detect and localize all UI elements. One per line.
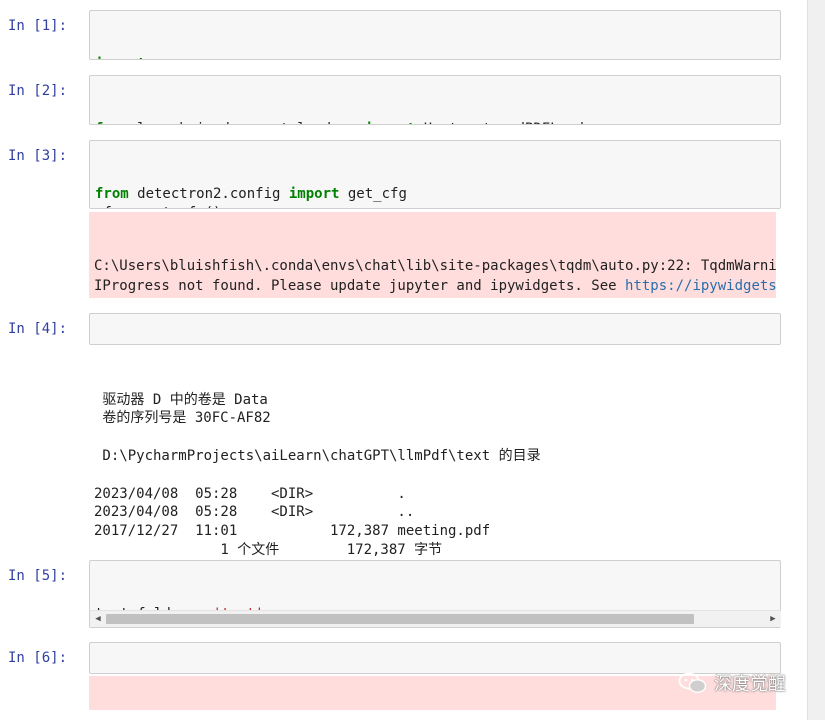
- cell-prompt: In [6]:: [8, 650, 68, 666]
- code-lines: import osos.environ['OPENAI_API_KEY'] = …: [95, 55, 775, 59]
- scroll-right-icon[interactable]: ▶: [766, 612, 780, 626]
- horizontal-scrollbar[interactable]: ◀ ▶: [90, 610, 781, 627]
- stdout-lines: 驱动器 D 中的卷是 Data 卷的序列号是 30FC-AF82 D:\Pych…: [94, 391, 771, 579]
- watermark-text: 深度觉醒: [714, 674, 786, 695]
- scroll-left-icon[interactable]: ◀: [91, 612, 105, 626]
- stdout-line: 2023/04/08 05:28 <DIR> ..: [94, 504, 415, 521]
- stdout-output: 驱动器 D 中的卷是 Data 卷的序列号是 30FC-AF82 D:\Pych…: [89, 347, 776, 577]
- code-line: import os: [95, 55, 775, 59]
- stderr-line: adthedocs.io/en/stable/user_install.html: [94, 296, 771, 298]
- stderr-line: C:\Users\bluishfish\.conda\envs\chat\lib…: [94, 258, 776, 274]
- stdout-line: D:\PycharmProjects\aiLearn\chatGPT\llmPd…: [94, 447, 541, 464]
- code-input[interactable]: from langchain.document_loaders import U…: [89, 75, 781, 125]
- wechat-icon: [678, 672, 707, 693]
- code-lines: from langchain.document_loaders import U…: [95, 120, 775, 124]
- stdout-line: 2017/12/27 11:01 172,387 meeting.pdf: [94, 523, 491, 540]
- stdout-line: 2023/04/08 05:28 <DIR> .: [94, 485, 406, 502]
- scroll-thumb[interactable]: [106, 614, 694, 624]
- cell-prompt: In [5]:: [8, 568, 68, 584]
- watermark: 深度觉醒: [678, 668, 786, 698]
- cell-prompt: In [1]:: [8, 18, 68, 34]
- code-input[interactable]: import osos.environ['OPENAI_API_KEY'] = …: [89, 10, 781, 60]
- code-line: from detectron2.config import get_cfg: [95, 186, 407, 202]
- page-scrollbar[interactable]: [807, 0, 825, 720]
- stderr-lines: C:\Users\bluishfish\.conda\envs\chat\lib…: [94, 257, 776, 298]
- code-input[interactable]: from detectron2.config import get_cfgcfg…: [89, 140, 781, 209]
- code-lines: from detectron2.config import get_cfgcfg…: [95, 185, 775, 208]
- stdout-line: 驱动器 D 中的卷是 Data: [94, 391, 268, 408]
- code-line: cfg = get_cfg(): [95, 204, 775, 208]
- stderr-line: IProgress not found. Please update jupyt…: [94, 277, 776, 294]
- stdout-line: [94, 466, 771, 485]
- cell-prompt: In [3]:: [8, 148, 68, 164]
- cell-prompt: In [4]:: [8, 321, 68, 337]
- stdout-line: 1 个文件 172,387 字节: [94, 541, 443, 558]
- stdout-line: [94, 428, 771, 447]
- code-input[interactable]: !dir text\\: [89, 313, 781, 345]
- code-line: from langchain.document_loaders import U…: [95, 120, 775, 124]
- cell-prompt: In [2]:: [8, 83, 68, 99]
- stderr-output: Using embedded DuckDB without persistenc…: [89, 676, 776, 710]
- stderr-output: C:\Users\bluishfish\.conda\envs\chat\lib…: [89, 212, 776, 298]
- stdout-line: 卷的序列号是 30FC-AF82: [94, 410, 271, 427]
